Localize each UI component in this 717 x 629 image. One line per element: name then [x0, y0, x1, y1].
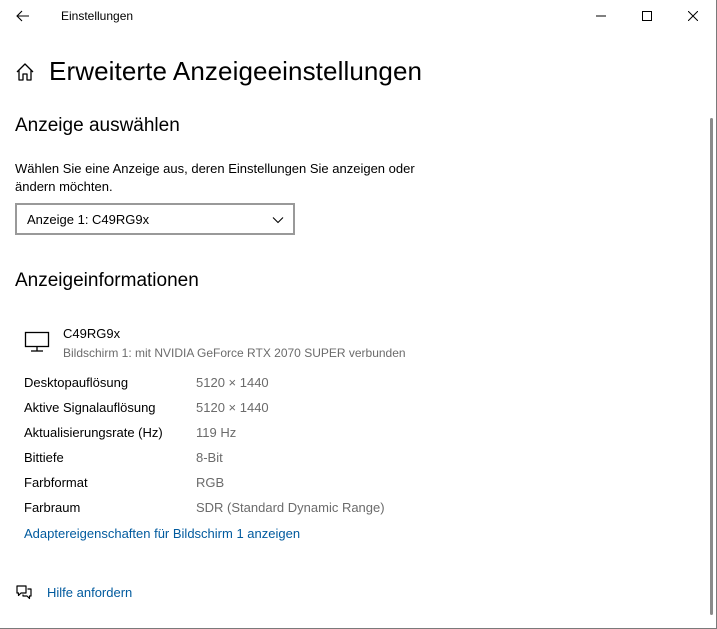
- page-title: Erweiterte Anzeigeeinstellungen: [49, 56, 423, 86]
- settings-window: Einstellungen Erweiterte Anzeigeeinstell…: [0, 0, 717, 629]
- adapter-properties-link[interactable]: Adaptereigenschaften für Bildschirm 1 an…: [24, 526, 300, 541]
- scrollbar[interactable]: [710, 118, 713, 615]
- get-help-link[interactable]: Hilfe anfordern: [15, 583, 132, 601]
- get-help-label: Hilfe anfordern: [47, 584, 133, 600]
- minimize-button[interactable]: [578, 0, 624, 32]
- monitor-icon: [24, 331, 50, 352]
- info-value: 5120 × 1440: [196, 375, 269, 390]
- close-icon: [688, 11, 698, 21]
- info-value: SDR (Standard Dynamic Range): [196, 500, 385, 515]
- window-title: Einstellungen: [61, 9, 134, 23]
- monitor-connection: Bildschirm 1: mit NVIDIA GeForce RTX 207…: [63, 346, 406, 360]
- select-display-description: Wählen Sie eine Anzeige aus, deren Einst…: [15, 161, 415, 194]
- home-icon: [16, 62, 34, 81]
- info-value: 119 Hz: [196, 425, 237, 440]
- info-label: Bittiefe: [24, 450, 64, 465]
- chevron-down-icon: [272, 217, 284, 224]
- info-value: 8-Bit: [196, 450, 223, 465]
- info-label: Farbraum: [24, 500, 81, 515]
- info-label: Desktopauflösung: [24, 375, 129, 390]
- maximize-button[interactable]: [624, 0, 670, 32]
- page-header: Erweiterte Anzeigeeinstellungen: [15, 56, 422, 87]
- display-info-heading: Anzeigeinformationen: [15, 270, 199, 291]
- arrow-left-icon: [16, 10, 29, 22]
- maximize-icon: [642, 11, 652, 21]
- display-dropdown-value: Anzeige 1: C49RG9x: [27, 211, 150, 227]
- select-display-heading: Anzeige auswählen: [15, 115, 180, 136]
- minimize-icon: [596, 15, 606, 17]
- info-value: 5120 × 1440: [196, 400, 269, 415]
- back-button[interactable]: [0, 0, 46, 32]
- info-label: Aktualisierungsrate (Hz): [24, 425, 163, 440]
- info-label: Farbformat: [24, 475, 88, 490]
- display-dropdown[interactable]: Anzeige 1: C49RG9x: [15, 203, 295, 235]
- help-chat-icon: [16, 585, 32, 600]
- info-value: RGB: [196, 475, 225, 490]
- title-bar: Einstellungen: [0, 0, 716, 32]
- monitor-name: C49RG9x: [63, 326, 121, 341]
- info-label: Aktive Signalauflösung: [24, 400, 156, 415]
- close-button[interactable]: [670, 0, 716, 32]
